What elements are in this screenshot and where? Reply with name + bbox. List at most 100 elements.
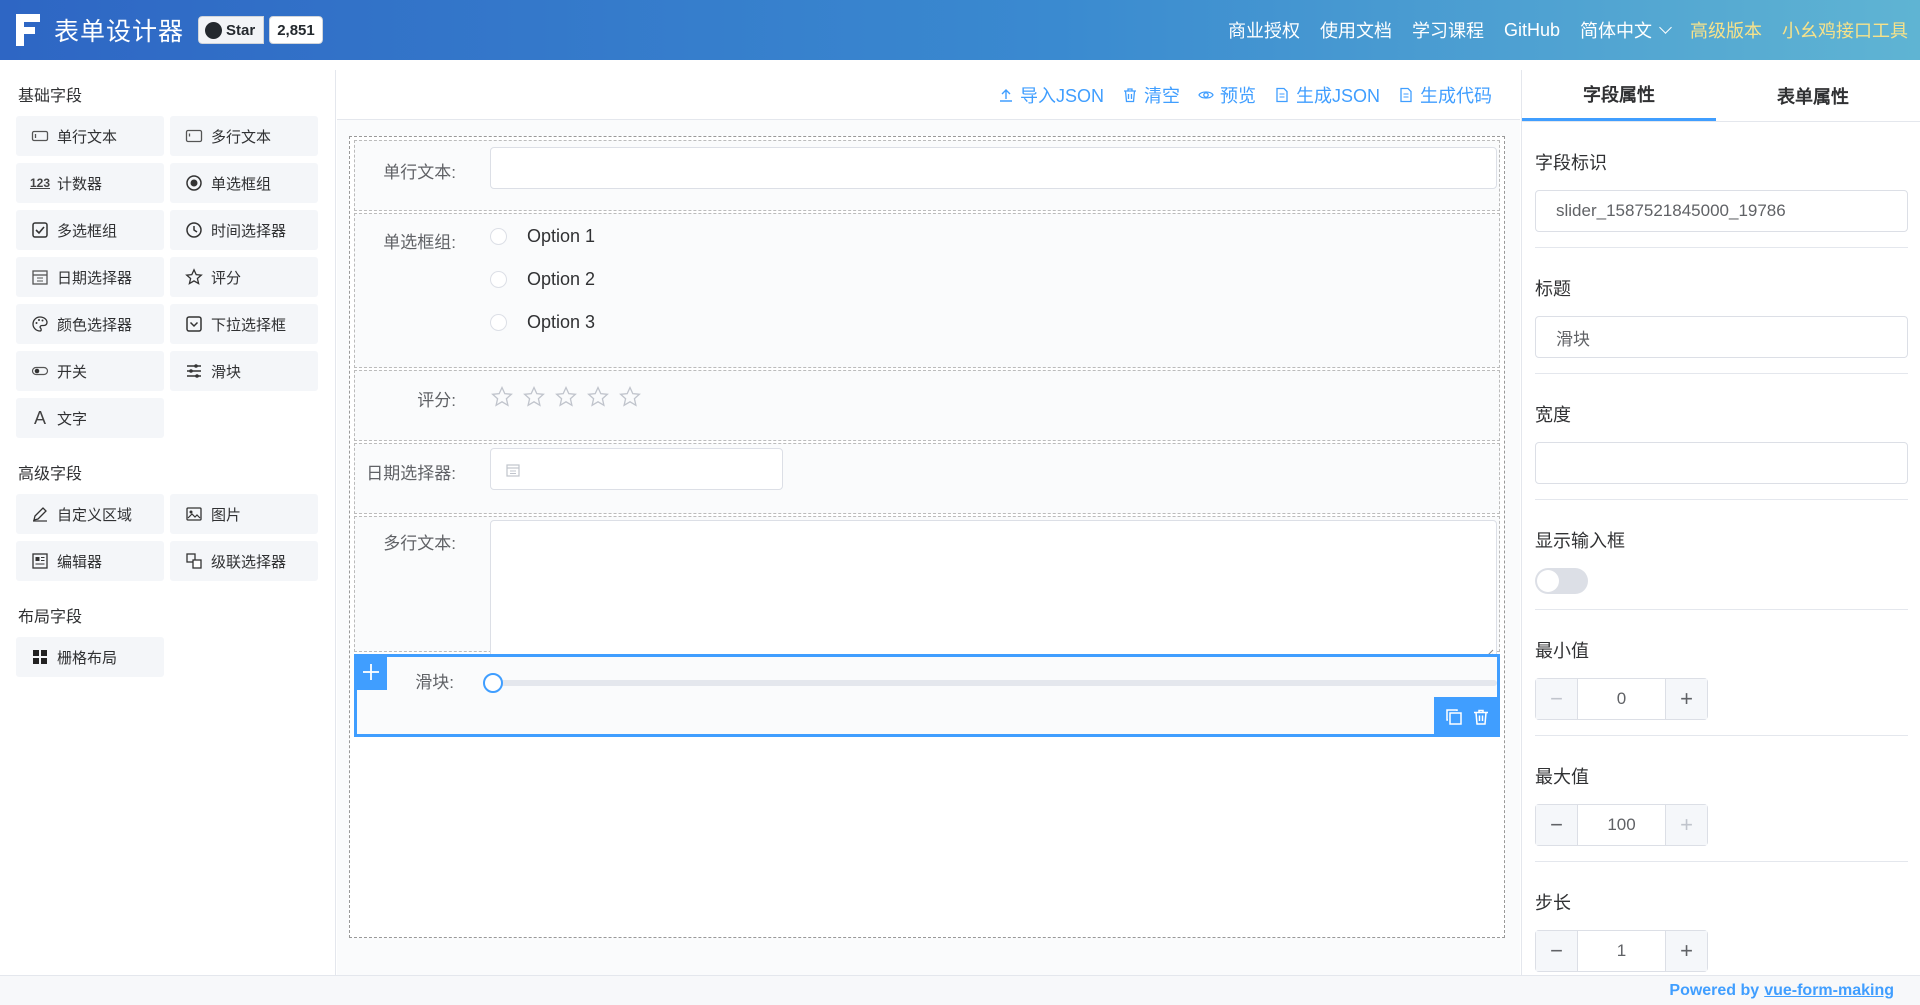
nav-tool[interactable]: 小幺鸡接口工具 (1782, 17, 1908, 43)
textarea-input[interactable] (490, 520, 1497, 661)
field-textarea[interactable]: 多行文本: (354, 516, 1500, 661)
divider (1535, 609, 1908, 610)
radio-option[interactable]: Option 2 (490, 269, 595, 290)
rate-stars[interactable] (490, 385, 642, 409)
tab-field-properties[interactable]: 字段属性 (1522, 70, 1716, 121)
form-canvas[interactable]: 单行文本: 单选框组: Option 1 Option 2 Option 3 评… (349, 136, 1505, 938)
delete-icon[interactable] (1472, 708, 1490, 726)
step-stepper[interactable]: − 1 + (1535, 930, 1708, 972)
radio-icon (185, 174, 203, 192)
github-star-button[interactable]: Star (198, 16, 265, 44)
comp-date[interactable]: 日期选择器 (16, 257, 164, 297)
footer-prefix: Powered by (1669, 981, 1760, 999)
property-form: 字段标识 slider_1587521845000_19786 标题 滑块 宽度… (1522, 149, 1920, 972)
comp-switch[interactable]: 开关 (16, 351, 164, 391)
rate-star-icon[interactable] (490, 385, 514, 409)
field-id-input[interactable]: slider_1587521845000_19786 (1535, 190, 1908, 232)
field-label: 滑块: (415, 673, 454, 692)
import-json-button[interactable]: 导入JSON (998, 82, 1104, 108)
comp-rate[interactable]: 评分 (170, 257, 318, 297)
field-radio-group[interactable]: 单选框组: Option 1 Option 2 Option 3 (354, 213, 1500, 368)
comp-image[interactable]: 图片 (170, 494, 318, 534)
show-input-toggle[interactable] (1535, 568, 1588, 594)
clear-button[interactable]: 清空 (1122, 82, 1180, 108)
generate-code-button[interactable]: 生成代码 (1398, 82, 1492, 108)
rate-star-icon[interactable] (554, 385, 578, 409)
comp-time[interactable]: 时间选择器 (170, 210, 318, 250)
top-nav: 商业授权 使用文档 学习课程 GitHub 简体中文 高级版本 小幺鸡接口工具 (1208, 17, 1908, 43)
star-count[interactable]: 2,851 (269, 16, 323, 44)
comp-input[interactable]: 单行文本 (16, 116, 164, 156)
github-star-badge[interactable]: Star 2,851 (198, 16, 323, 44)
increment-button[interactable]: + (1665, 931, 1707, 971)
number-icon: 123 (29, 176, 51, 190)
slider-icon (185, 362, 203, 380)
field-input[interactable]: 单行文本: (354, 140, 1500, 211)
radio-option[interactable]: Option 1 (490, 226, 595, 247)
github-icon (205, 21, 223, 39)
app-title: 表单设计器 (54, 18, 185, 46)
radio-circle[interactable] (490, 228, 507, 245)
nav-license[interactable]: 商业授权 (1228, 17, 1300, 43)
title-label: 标题 (1535, 279, 1571, 299)
nav-docs[interactable]: 使用文档 (1320, 17, 1392, 43)
comp-number[interactable]: 123 计数器 (16, 163, 164, 203)
footer-link[interactable]: vue-form-making (1764, 982, 1894, 1000)
generate-json-button[interactable]: 生成JSON (1274, 82, 1380, 108)
field-date[interactable]: 日期选择器: (354, 443, 1500, 514)
text-input[interactable] (490, 147, 1497, 189)
preview-button[interactable]: 预览 (1198, 82, 1256, 108)
nav-advanced[interactable]: 高级版本 (1690, 17, 1762, 43)
comp-cascader[interactable]: 级联选择器 (170, 541, 318, 581)
title-input[interactable]: 滑块 (1535, 316, 1908, 358)
comp-slider[interactable]: 滑块 (170, 351, 318, 391)
radio-circle[interactable] (490, 314, 507, 331)
slider-thumb[interactable] (483, 673, 503, 693)
nav-github[interactable]: GitHub (1504, 20, 1560, 41)
comp-grid-layout[interactable]: 栅格布局 (16, 637, 164, 677)
comp-select[interactable]: 下拉选择框 (170, 304, 318, 344)
field-id-label: 字段标识 (1535, 153, 1607, 173)
max-stepper[interactable]: − 100 + (1535, 804, 1708, 846)
field-label: 单选框组: (383, 233, 456, 252)
increment-button[interactable]: + (1665, 679, 1707, 719)
rate-star-icon[interactable] (618, 385, 642, 409)
comp-custom[interactable]: 自定义区域 (16, 494, 164, 534)
copy-icon[interactable] (1445, 708, 1463, 726)
comp-checkbox[interactable]: 多选框组 (16, 210, 164, 250)
slider-track[interactable] (492, 680, 1497, 686)
width-input[interactable] (1535, 442, 1908, 484)
radio-option[interactable]: Option 3 (490, 312, 595, 333)
property-tabs: 字段属性 表单属性 (1522, 70, 1920, 122)
min-stepper[interactable]: − 0 + (1535, 678, 1708, 720)
comp-editor[interactable]: 编辑器 (16, 541, 164, 581)
field-slider[interactable]: 滑块: (354, 654, 1500, 737)
step-value[interactable]: 1 (1578, 941, 1665, 961)
comp-color[interactable]: 颜色选择器 (16, 304, 164, 344)
rate-star-icon[interactable] (586, 385, 610, 409)
decrement-button[interactable]: − (1536, 931, 1578, 971)
textarea-icon (185, 127, 203, 145)
max-value[interactable]: 100 (1578, 815, 1665, 835)
min-value[interactable]: 0 (1578, 689, 1665, 709)
calendar-icon (506, 464, 520, 477)
divider (1535, 861, 1908, 862)
comp-radio[interactable]: 单选框组 (170, 163, 318, 203)
decrement-button[interactable]: − (1536, 805, 1578, 845)
increment-button[interactable]: + (1665, 805, 1707, 845)
comp-text[interactable]: A 文字 (16, 398, 164, 438)
nav-courses[interactable]: 学习课程 (1412, 17, 1484, 43)
tab-form-properties[interactable]: 表单属性 (1716, 70, 1910, 121)
rate-star-icon[interactable] (522, 385, 546, 409)
comp-textarea[interactable]: 多行文本 (170, 116, 318, 156)
field-label: 日期选择器: (366, 464, 456, 483)
drag-handle[interactable] (354, 654, 387, 690)
divider (1535, 247, 1908, 248)
language-dropdown[interactable]: 简体中文 (1580, 17, 1672, 43)
radio-circle[interactable] (490, 271, 507, 288)
cascader-icon (185, 552, 203, 570)
date-input[interactable] (490, 448, 783, 490)
decrement-button[interactable]: − (1536, 679, 1578, 719)
step-label: 步长 (1535, 893, 1571, 913)
field-rate[interactable]: 评分: (354, 370, 1500, 441)
